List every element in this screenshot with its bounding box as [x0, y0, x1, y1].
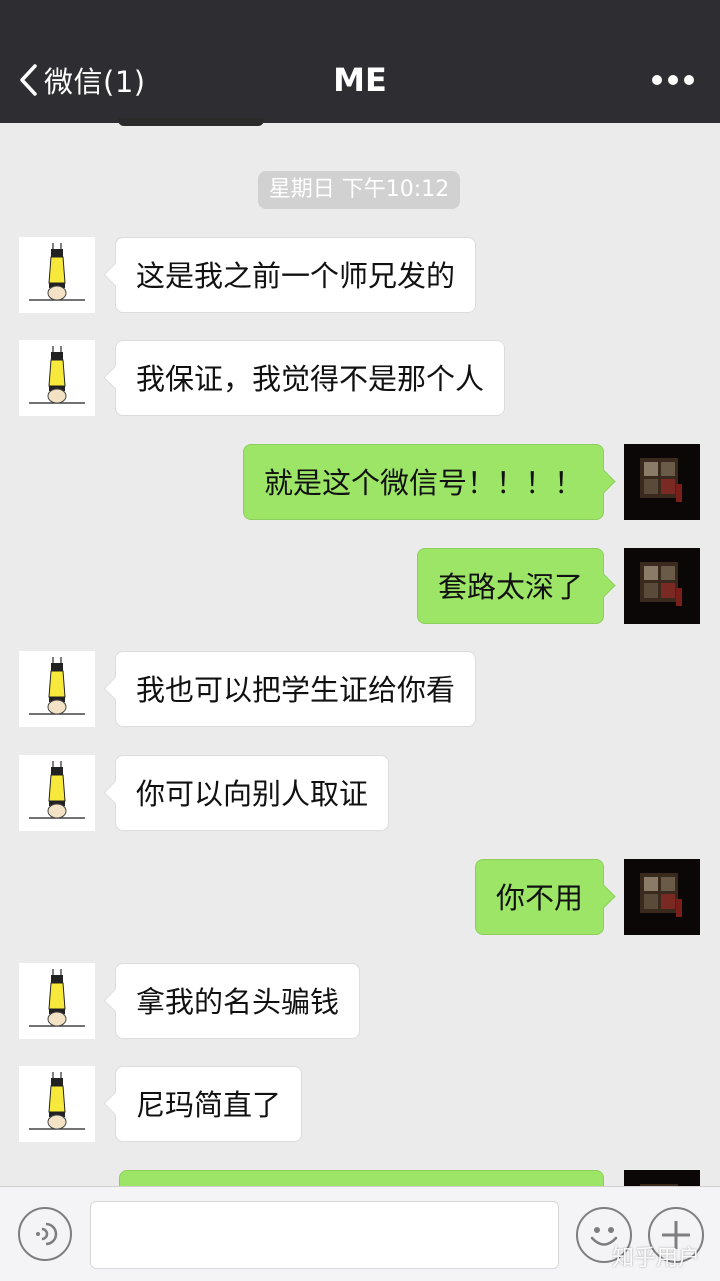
- timestamp-pill: 星期日 下午10:12: [258, 171, 460, 209]
- sent-message-bubble[interactable]: 就是这个微信号！！！！: [242, 444, 604, 520]
- chat-title: ME: [333, 61, 387, 99]
- contact-avatar[interactable]: [19, 237, 95, 313]
- dark-window-avatar-icon: [624, 548, 700, 624]
- contact-avatar[interactable]: [19, 1066, 95, 1142]
- sent-message-bubble[interactable]: [119, 1170, 604, 1186]
- handstand-figure-avatar-icon: [19, 340, 95, 416]
- handstand-figure-avatar-icon: [19, 963, 95, 1039]
- watermark: 知乎用户: [612, 1246, 701, 1271]
- handstand-figure-avatar-icon: [19, 651, 95, 727]
- handstand-figure-avatar-icon: [19, 1066, 95, 1142]
- received-message-bubble[interactable]: 尼玛简直了: [115, 1066, 303, 1142]
- contact-avatar[interactable]: [19, 651, 95, 727]
- sent-message-bubble[interactable]: 你不用: [474, 859, 604, 935]
- handstand-figure-avatar-icon: [19, 755, 95, 831]
- handstand-figure-avatar-icon: [19, 237, 95, 313]
- message-input[interactable]: [90, 1201, 559, 1269]
- more-dots-icon[interactable]: [652, 68, 694, 92]
- contact-avatar[interactable]: [19, 340, 95, 416]
- my-avatar[interactable]: [624, 444, 700, 520]
- received-message-bubble[interactable]: 这是我之前一个师兄发的: [115, 237, 477, 313]
- voice-icon[interactable]: [18, 1207, 72, 1261]
- received-message-bubble[interactable]: 我保证，我觉得不是那个人: [115, 340, 506, 416]
- chat-area[interactable]: 星期日 下午10:12 这是我之前一个师兄发的 我保证，我觉得不是那个人 就是这…: [0, 123, 720, 1186]
- dark-window-avatar-icon: [624, 859, 700, 935]
- received-message-bubble[interactable]: 拿我的名头骗钱: [115, 963, 361, 1039]
- contact-avatar[interactable]: [19, 963, 95, 1039]
- navigation-bar: 微信(1) ME: [0, 0, 720, 123]
- my-avatar[interactable]: [624, 548, 700, 624]
- sent-message-bubble[interactable]: 套路太深了: [416, 548, 604, 624]
- my-avatar[interactable]: [624, 859, 700, 935]
- my-avatar[interactable]: [624, 1170, 700, 1186]
- contact-avatar[interactable]: [19, 755, 95, 831]
- received-message-bubble[interactable]: 你可以向别人取证: [115, 755, 390, 831]
- dark-window-avatar-icon: [624, 444, 700, 520]
- dark-window-avatar-icon: [624, 1170, 700, 1186]
- received-message-bubble[interactable]: 我也可以把学生证给你看: [115, 651, 477, 727]
